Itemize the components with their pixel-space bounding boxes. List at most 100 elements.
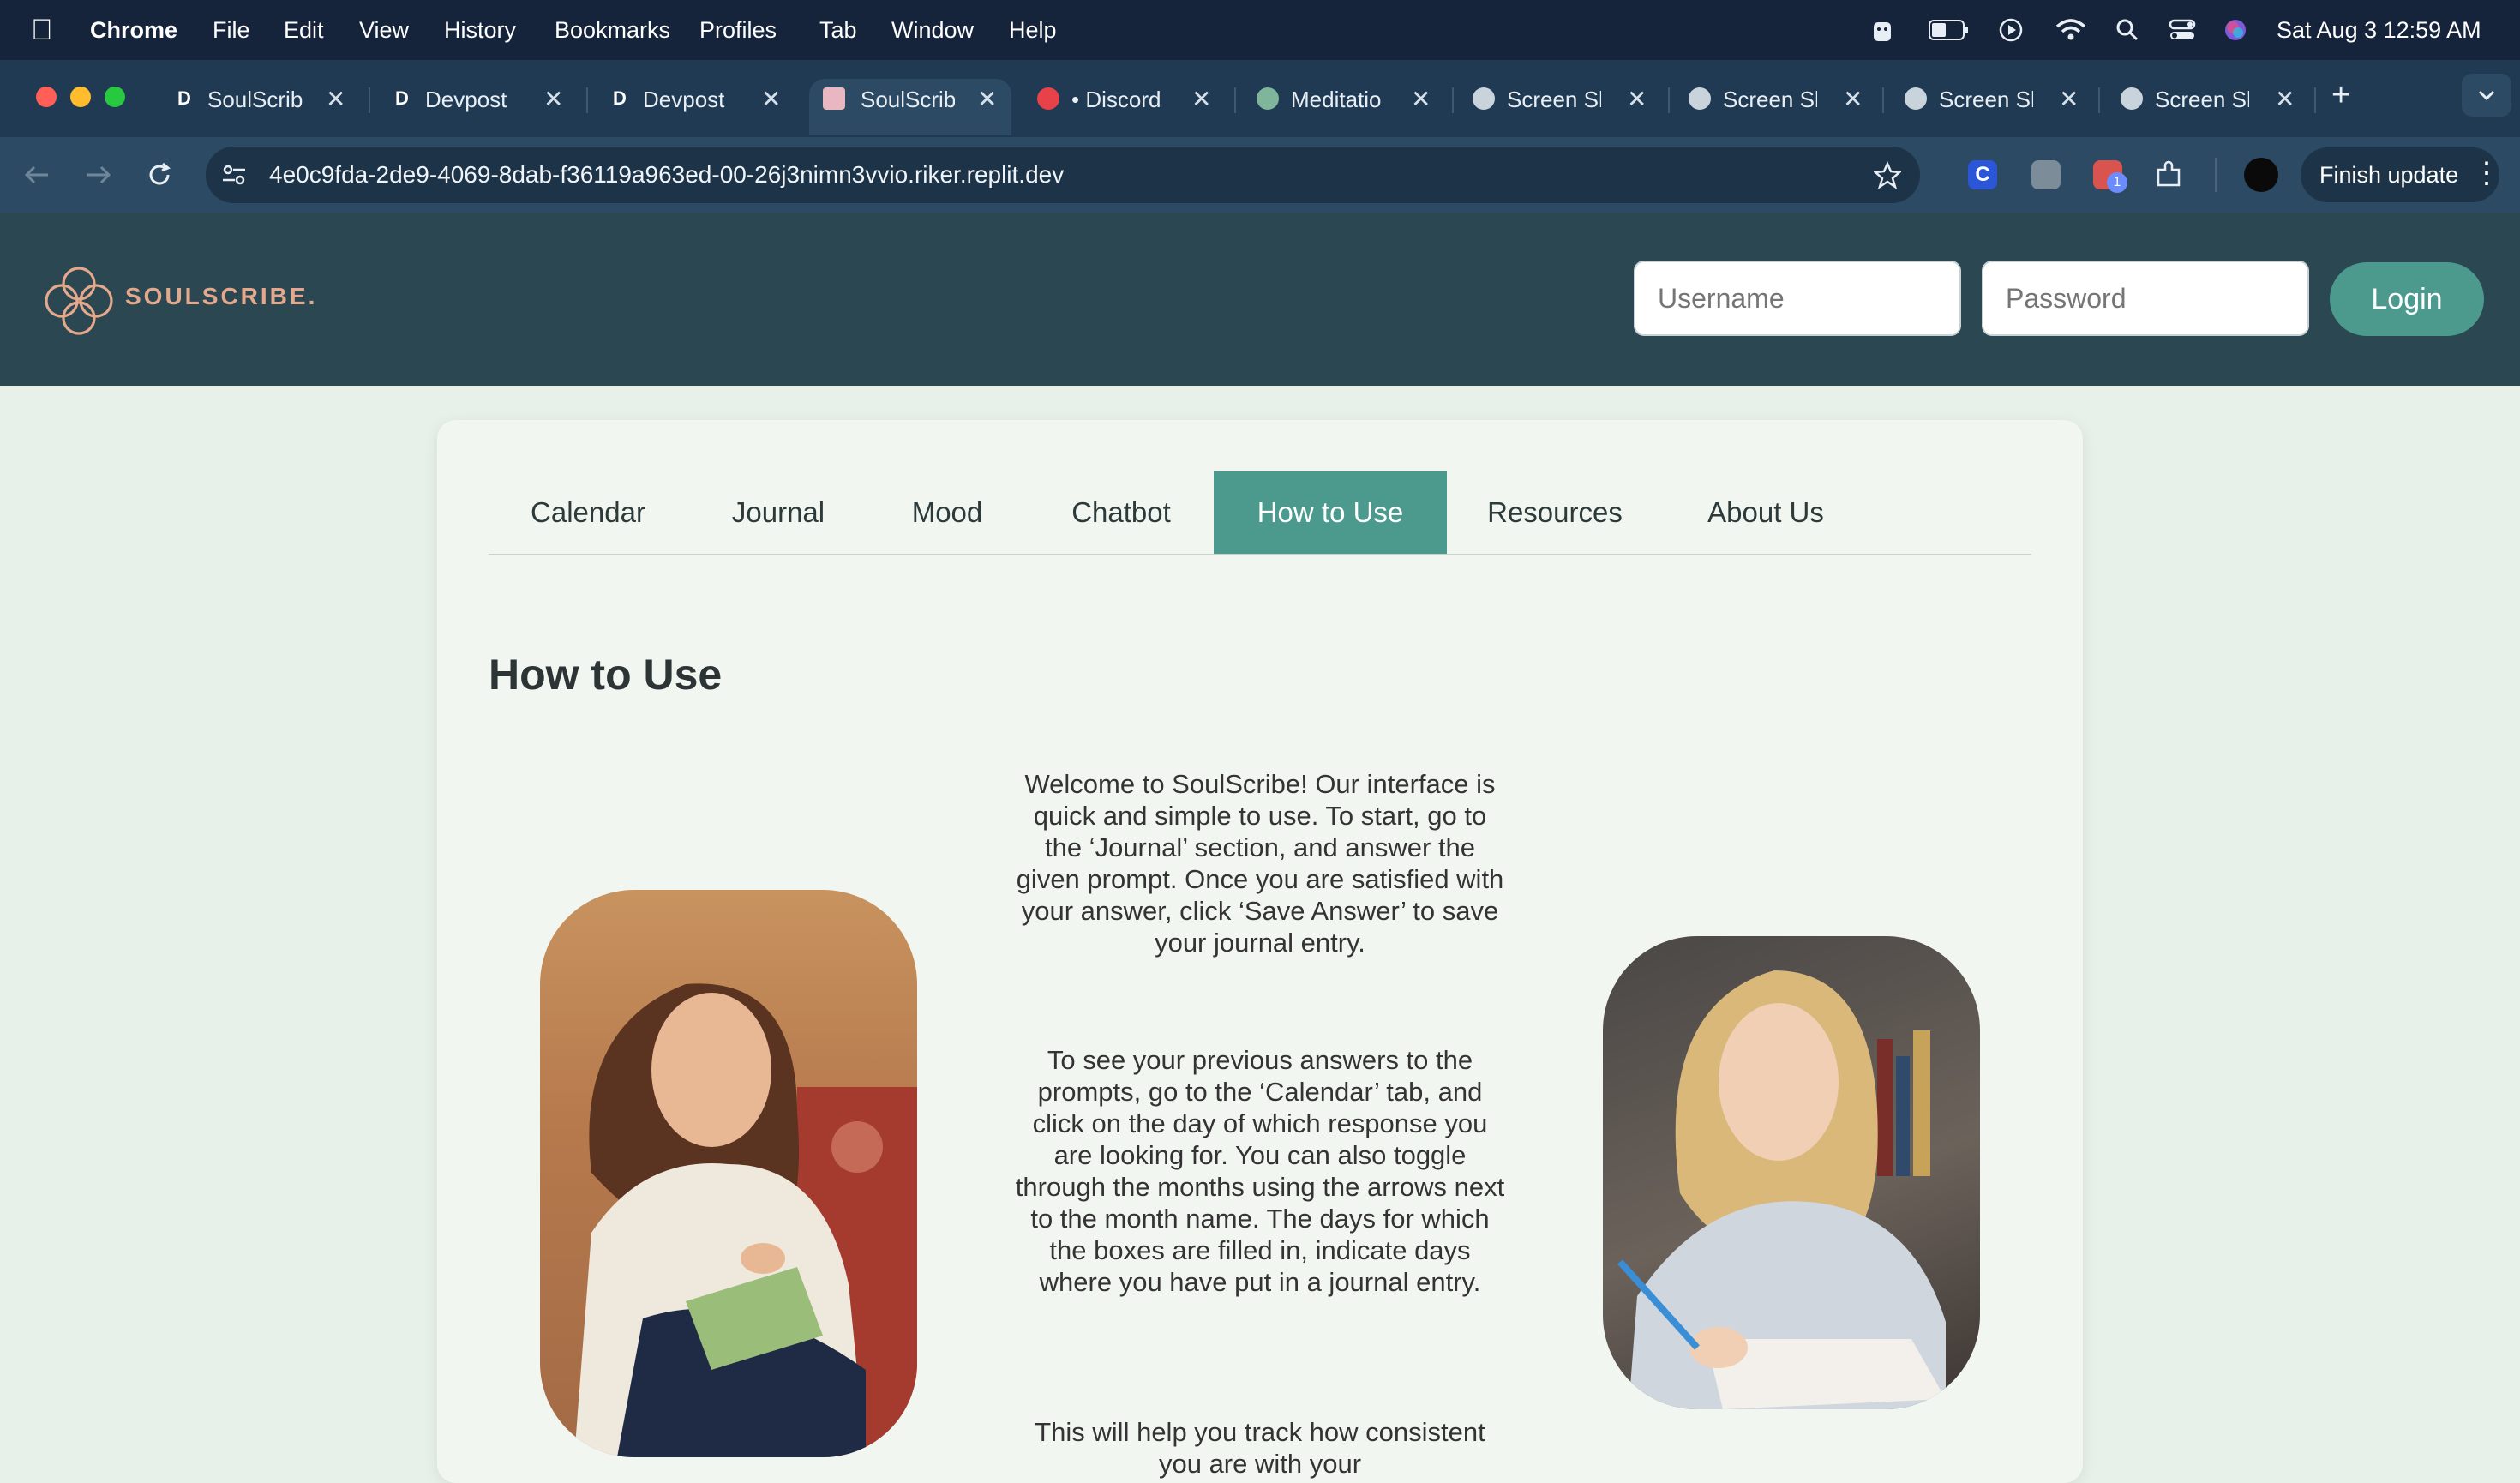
extension-c-icon[interactable]: C — [1968, 160, 1997, 189]
wifi-icon[interactable] — [2055, 19, 2086, 41]
tab-mood[interactable]: Mood — [878, 471, 1017, 554]
browser-tab[interactable]: • Discord ✕ — [1037, 79, 1217, 135]
tab-separator — [2098, 87, 2100, 113]
tab-close-icon[interactable]: ✕ — [326, 82, 345, 117]
battery-icon[interactable] — [1929, 19, 1970, 41]
globe-icon — [2121, 87, 2143, 110]
devpost-icon: D — [395, 87, 409, 109]
browser-tab-strip: D SoulScrib ✕ D Devpost ✕ D Devpost ✕ So… — [0, 60, 2520, 137]
menu-tab[interactable]: Tab — [819, 0, 857, 60]
tab-title: Devpost — [425, 87, 507, 112]
how-to-paragraph-calendar: To see your previous answers to the prom… — [1015, 1045, 1505, 1297]
forward-arrow-icon[interactable] — [84, 163, 113, 187]
tab-separator — [369, 87, 370, 113]
tab-close-icon[interactable]: ✕ — [1191, 82, 1211, 117]
address-bar[interactable]: 4e0c9fda-2de9-4069-8dab-f36119a963ed-00-… — [206, 147, 1920, 203]
app-status-icon[interactable] — [1869, 17, 1896, 45]
login-button[interactable]: Login — [2330, 262, 2484, 336]
devpost-icon: D — [173, 87, 195, 110]
back-arrow-icon[interactable] — [22, 163, 51, 187]
browser-tab[interactable]: Screen Sh ✕ — [1689, 79, 1869, 135]
globe-icon — [1473, 87, 1495, 110]
menu-history[interactable]: History — [444, 0, 516, 60]
kebab-menu-icon: ⋮ — [2472, 157, 2501, 189]
apple-icon[interactable]:  — [31, 0, 53, 60]
reload-icon[interactable] — [146, 161, 173, 189]
site-settings-icon[interactable] — [221, 163, 247, 187]
tab-close-icon[interactable]: ✕ — [761, 82, 781, 117]
meditation-icon — [1257, 87, 1279, 110]
browser-tab[interactable]: Meditatio ✕ — [1257, 79, 1437, 135]
username-input[interactable] — [1634, 261, 1961, 336]
window-zoom-button[interactable] — [105, 87, 125, 107]
macos-menu-bar:  Chrome File Edit View History Bookmark… — [0, 0, 2520, 60]
tab-about-us[interactable]: About Us — [1683, 471, 1848, 554]
tab-separator — [2314, 87, 2316, 113]
tab-separator — [1668, 87, 1670, 113]
how-to-paragraph-tracking: This will help you track how consistent … — [1035, 1417, 1485, 1479]
finish-update-button[interactable]: Finish update ⋮ — [2301, 147, 2501, 202]
tab-journal[interactable]: Journal — [693, 471, 864, 554]
window-close-button[interactable] — [36, 87, 57, 107]
siri-icon[interactable] — [2223, 18, 2247, 42]
browser-tab[interactable]: Screen Sh ✕ — [2121, 79, 2301, 135]
toolbar-divider — [2215, 158, 2217, 192]
browser-tab[interactable]: D Devpost ✕ — [609, 79, 789, 135]
bookmark-star-icon[interactable] — [1874, 161, 1901, 189]
tab-close-icon[interactable]: ✕ — [1843, 82, 1863, 117]
soulscribe-logo-icon — [45, 267, 113, 335]
new-tab-plus-icon[interactable]: + — [2331, 77, 2350, 114]
window-minimize-button[interactable] — [70, 87, 91, 107]
media-play-icon[interactable] — [1999, 18, 2023, 42]
profile-avatar[interactable] — [2244, 158, 2278, 192]
journaling-girl-photo-left — [540, 890, 917, 1457]
discord-icon — [1037, 87, 1059, 110]
tab-close-icon[interactable]: ✕ — [1627, 82, 1647, 117]
tab-close-icon[interactable]: ✕ — [2275, 82, 2295, 117]
menu-window[interactable]: Window — [891, 0, 974, 60]
page-title: How to Use — [489, 651, 723, 699]
menu-app-name[interactable]: Chrome — [90, 0, 177, 60]
journaling-girl-photo-right — [1603, 936, 1980, 1409]
control-center-icon[interactable] — [2169, 18, 2196, 42]
tab-title: Screen Sh — [1939, 87, 2033, 112]
browser-tab-active[interactable]: SoulScrib ✕ — [809, 79, 1011, 135]
password-input[interactable] — [1982, 261, 2309, 336]
menu-file[interactable]: File — [213, 0, 250, 60]
menu-bookmarks[interactable]: Bookmarks — [555, 0, 670, 60]
chevron-down-icon — [2478, 90, 2495, 101]
tab-title: • Discord — [1071, 87, 1161, 112]
menu-edit[interactable]: Edit — [284, 0, 324, 60]
tab-calendar[interactable]: Calendar — [506, 471, 670, 554]
menu-help[interactable]: Help — [1009, 0, 1057, 60]
tab-search-button[interactable] — [2462, 74, 2511, 117]
menu-profiles[interactable]: Profiles — [699, 0, 777, 60]
extensions-puzzle-icon[interactable] — [2153, 159, 2184, 190]
tab-close-icon[interactable]: ✕ — [977, 82, 997, 117]
tab-close-icon[interactable]: ✕ — [1411, 82, 1431, 117]
globe-icon — [1905, 87, 1927, 110]
finish-update-label: Finish update — [2319, 162, 2459, 188]
devpost-icon: D — [613, 87, 627, 109]
tab-separator — [1234, 87, 1236, 113]
tab-underline-divider — [489, 554, 2031, 555]
browser-tab[interactable]: D SoulScrib ✕ — [173, 79, 353, 135]
url-text[interactable]: 4e0c9fda-2de9-4069-8dab-f36119a963ed-00-… — [269, 147, 1064, 203]
tab-how-to-use[interactable]: How to Use — [1214, 471, 1447, 554]
extension-gray-icon[interactable] — [2031, 160, 2061, 189]
extension-red-icon[interactable]: 1 — [2093, 160, 2127, 193]
tab-separator — [586, 87, 588, 113]
tab-title: Screen Sh — [1723, 87, 1817, 112]
menubar-clock[interactable]: Sat Aug 3 12:59 AM — [2277, 0, 2481, 60]
spotlight-search-icon[interactable] — [2115, 18, 2139, 42]
tab-close-icon[interactable]: ✕ — [2059, 82, 2079, 117]
browser-tab[interactable]: D Devpost ✕ — [391, 79, 571, 135]
tab-title: SoulScrib — [207, 87, 303, 112]
tab-title: Screen Sh — [2155, 87, 2249, 112]
tab-resources[interactable]: Resources — [1471, 471, 1639, 554]
tab-chatbot[interactable]: Chatbot — [1044, 471, 1198, 554]
browser-tab[interactable]: Screen Sh ✕ — [1905, 79, 2085, 135]
browser-tab[interactable]: Screen Sh ✕ — [1473, 79, 1653, 135]
tab-close-icon[interactable]: ✕ — [543, 82, 563, 117]
menu-view[interactable]: View — [359, 0, 409, 60]
